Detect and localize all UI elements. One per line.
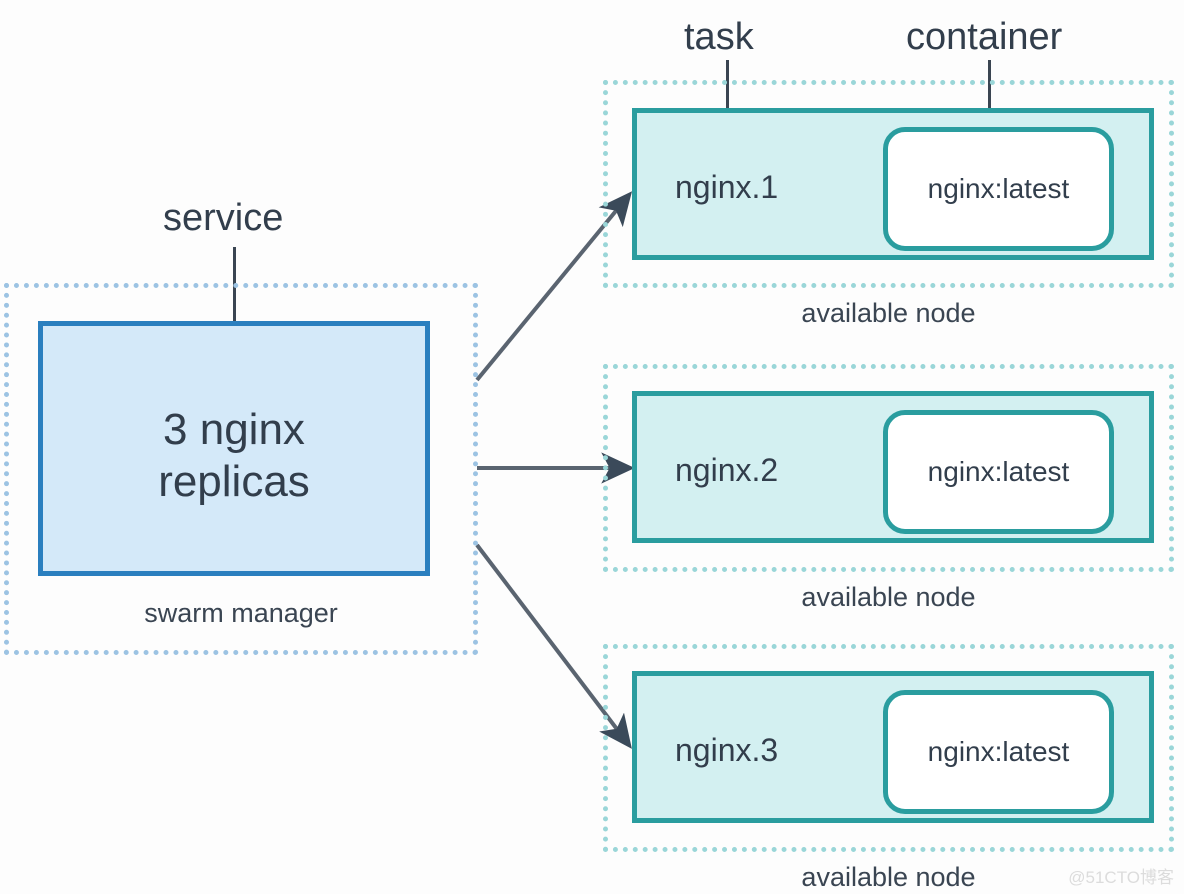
container-box-1[interactable]: nginx:latest: [883, 127, 1114, 251]
task-box-1[interactable]: nginx.1 nginx:latest: [632, 108, 1154, 260]
task-label-3: nginx.3: [675, 732, 779, 768]
task-box-3[interactable]: nginx.3 nginx:latest: [632, 671, 1154, 823]
task-box-2[interactable]: nginx.2 nginx:latest: [632, 391, 1154, 543]
container-image-label-3: nginx:latest: [927, 736, 1070, 767]
available-node-1-caption: available node: [801, 298, 976, 328]
container-image-label-2: nginx:latest: [927, 456, 1070, 487]
service-box[interactable]: 3 nginx replicas: [38, 321, 430, 576]
container-box-3[interactable]: nginx:latest: [883, 690, 1114, 814]
annotation-container-label: container: [906, 16, 1063, 58]
swarm-manager-caption: swarm manager: [144, 598, 338, 628]
diagram-canvas: service task container 3 nginx replicas …: [0, 0, 1184, 894]
container-image-label-1: nginx:latest: [927, 173, 1070, 204]
task-label-1: nginx.1: [675, 169, 779, 205]
service-replicas-label: 3 nginx replicas: [158, 405, 310, 506]
watermark: @51CTO博客: [1068, 868, 1174, 887]
available-node-2-caption: available node: [801, 582, 976, 612]
task-label-2: nginx.2: [675, 452, 779, 488]
annotation-service-label: service: [163, 197, 284, 239]
container-box-2[interactable]: nginx:latest: [883, 410, 1114, 534]
annotation-task-label: task: [684, 16, 754, 58]
